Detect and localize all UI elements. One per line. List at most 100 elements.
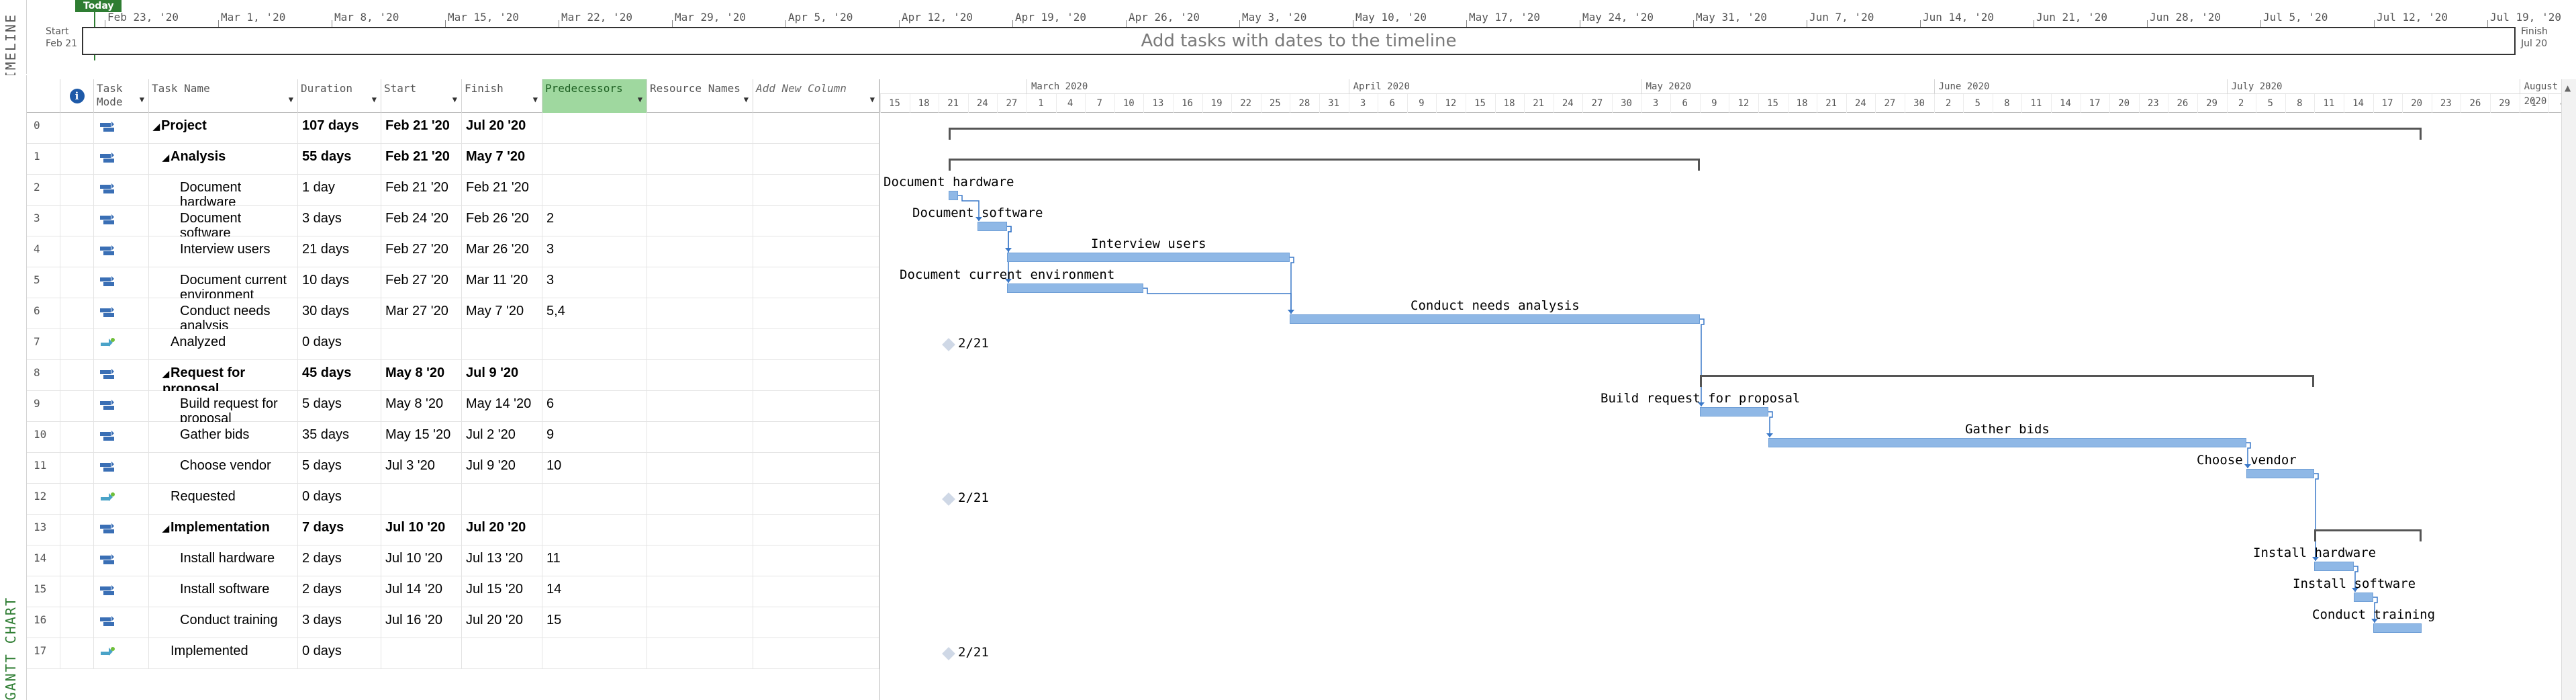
summary-bar[interactable] (1700, 375, 2314, 387)
resource-names-cell[interactable] (647, 576, 753, 607)
table-row[interactable]: 0 ◢ Project 107 days Feb 21 '20 Jul 20 '20 (27, 113, 879, 144)
resource-names-cell[interactable] (647, 298, 753, 329)
finish-cell[interactable]: Jul 9 '20 (462, 360, 542, 391)
resource-names-cell[interactable] (647, 144, 753, 175)
add-column-cell[interactable] (753, 206, 879, 236)
predecessors-cell[interactable]: 15 (542, 607, 647, 638)
finish-cell[interactable]: Feb 26 '20 (462, 206, 542, 236)
table-row[interactable]: 5 Document current environment 10 days Feb … (27, 267, 879, 298)
table-row[interactable]: 8 ◢ Request for proposal 45 days May 8 '20 Ju… (27, 360, 879, 391)
row-id[interactable]: 13 (27, 515, 60, 545)
add-column-cell[interactable] (753, 545, 879, 576)
chevron-down-icon[interactable]: ▼ (870, 93, 875, 106)
duration-cell[interactable]: 45 days (298, 360, 381, 391)
resource-names-cell[interactable] (647, 484, 753, 515)
duration-cell[interactable]: 0 days (298, 329, 381, 360)
task-name-cell[interactable]: Install hardware (149, 545, 298, 576)
col-add-new[interactable]: Add New Column ▼ (753, 79, 879, 113)
finish-cell[interactable]: May 14 '20 (462, 391, 542, 422)
indicator-cell[interactable] (60, 298, 94, 329)
task-name-cell[interactable]: Conduct needs analysis (149, 298, 298, 329)
duration-cell[interactable]: 3 days (298, 206, 381, 236)
chevron-down-icon[interactable]: ▼ (372, 93, 377, 106)
resource-names-cell[interactable] (647, 206, 753, 236)
indicator-cell[interactable] (60, 453, 94, 484)
collapse-icon[interactable]: ◢ (162, 523, 169, 533)
duration-cell[interactable]: 21 days (298, 236, 381, 267)
task-bar[interactable] (1007, 253, 1290, 262)
add-column-cell[interactable] (753, 576, 879, 607)
predecessors-cell[interactable] (542, 638, 647, 669)
task-mode-cell[interactable] (94, 144, 149, 175)
start-cell[interactable]: Feb 27 '20 (381, 267, 462, 298)
task-name-cell[interactable]: ◢ Analysis (149, 144, 298, 175)
start-cell[interactable]: Feb 24 '20 (381, 206, 462, 236)
predecessors-cell[interactable]: 3 (542, 267, 647, 298)
predecessors-cell[interactable] (542, 329, 647, 360)
timeline-pane[interactable]: TIMELINE Today Feb 23, '20 Mar 1, '20 Mar … (0, 0, 2576, 89)
task-mode-cell[interactable] (94, 422, 149, 453)
duration-cell[interactable]: 1 day (298, 175, 381, 206)
table-row[interactable]: 10 Gather bids 35 days May 15 '20 Jul 2 '20 9 (27, 422, 879, 453)
table-row[interactable]: 17 Implemented 0 days (27, 638, 879, 669)
task-name-cell[interactable]: Requested (149, 484, 298, 515)
resource-names-cell[interactable] (647, 515, 753, 545)
duration-cell[interactable]: 35 days (298, 422, 381, 453)
row-id[interactable]: 9 (27, 391, 60, 422)
row-id[interactable]: 3 (27, 206, 60, 236)
duration-cell[interactable]: 2 days (298, 576, 381, 607)
table-row[interactable]: 4 Interview users 21 days Feb 27 '20 Mar 26 … (27, 236, 879, 267)
finish-cell[interactable]: Mar 26 '20 (462, 236, 542, 267)
col-task-mode[interactable]: Task Mode ▼ (94, 79, 149, 113)
task-bar[interactable] (1007, 283, 1143, 293)
finish-cell[interactable]: May 7 '20 (462, 144, 542, 175)
task-mode-cell[interactable] (94, 607, 149, 638)
task-mode-cell[interactable] (94, 236, 149, 267)
indicator-cell[interactable] (60, 576, 94, 607)
task-mode-cell[interactable] (94, 545, 149, 576)
add-column-cell[interactable] (753, 144, 879, 175)
indicator-cell[interactable] (60, 236, 94, 267)
indicator-cell[interactable] (60, 267, 94, 298)
vertical-scrollbar[interactable]: ▲ (2561, 79, 2576, 700)
summary-bar[interactable] (949, 128, 2422, 140)
add-column-cell[interactable] (753, 453, 879, 484)
indicator-cell[interactable] (60, 391, 94, 422)
task-name-cell[interactable]: Document current environment (149, 267, 298, 298)
add-column-cell[interactable] (753, 638, 879, 669)
task-bar[interactable] (977, 222, 1007, 231)
task-mode-cell[interactable] (94, 453, 149, 484)
summary-bar[interactable] (949, 159, 1700, 171)
finish-cell[interactable]: May 7 '20 (462, 298, 542, 329)
table-row[interactable]: 15 Install software 2 days Jul 14 '20 Jul 15… (27, 576, 879, 607)
indicator-cell[interactable] (60, 175, 94, 206)
finish-cell[interactable]: Jul 20 '20 (462, 113, 542, 144)
add-column-cell[interactable] (753, 391, 879, 422)
duration-cell[interactable]: 5 days (298, 453, 381, 484)
duration-cell[interactable]: 2 days (298, 545, 381, 576)
start-cell[interactable]: Jul 14 '20 (381, 576, 462, 607)
predecessors-cell[interactable] (542, 175, 647, 206)
add-column-cell[interactable] (753, 113, 879, 144)
predecessors-cell[interactable]: 11 (542, 545, 647, 576)
col-predecessors[interactable]: Predecessors ▼ (542, 79, 647, 113)
resource-names-cell[interactable] (647, 422, 753, 453)
task-bar[interactable] (1700, 407, 1768, 417)
finish-cell[interactable]: Jul 20 '20 (462, 515, 542, 545)
table-row[interactable]: 13 ◢ Implementation 7 days Jul 10 '20 Jul 20 … (27, 515, 879, 545)
duration-cell[interactable]: 30 days (298, 298, 381, 329)
indicator-cell[interactable] (60, 144, 94, 175)
indicator-cell[interactable] (60, 113, 94, 144)
table-row[interactable]: 6 Conduct needs analysis 30 days Mar 27 '20… (27, 298, 879, 329)
duration-cell[interactable]: 0 days (298, 484, 381, 515)
start-cell[interactable]: Feb 21 '20 (381, 175, 462, 206)
task-mode-cell[interactable] (94, 329, 149, 360)
chevron-down-icon[interactable]: ▼ (744, 93, 749, 106)
duration-cell[interactable]: 7 days (298, 515, 381, 545)
task-mode-cell[interactable] (94, 360, 149, 391)
predecessors-cell[interactable]: 10 (542, 453, 647, 484)
indicator-cell[interactable] (60, 515, 94, 545)
add-column-cell[interactable] (753, 329, 879, 360)
row-id[interactable]: 2 (27, 175, 60, 206)
predecessors-cell[interactable] (542, 113, 647, 144)
